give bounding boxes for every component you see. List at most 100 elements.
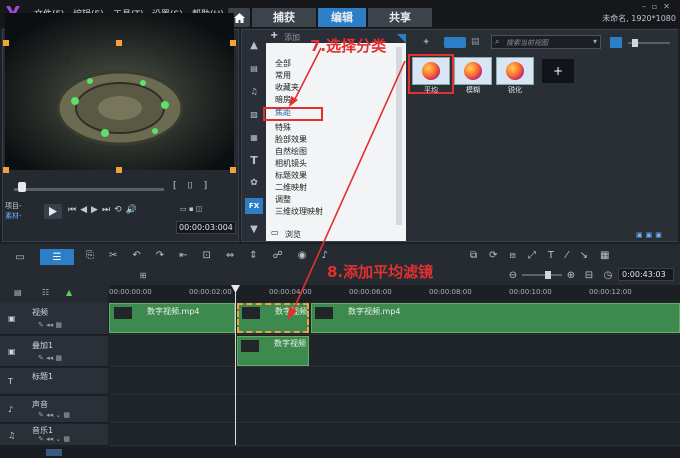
track-header-title: T 标题1 — [0, 368, 108, 395]
playhead-line[interactable] — [235, 287, 236, 445]
timecode-display[interactable]: 00:00:03:004 — [176, 221, 236, 234]
ruler-tick: 00:00:08:00 — [429, 288, 472, 296]
view-toggle[interactable] — [444, 37, 466, 48]
filter-average-label[interactable]: 平均 — [411, 85, 451, 95]
filter-average-thumb[interactable] — [412, 57, 450, 85]
zoom-in-icon[interactable]: ⊕ — [566, 269, 576, 281]
crop-handle[interactable] — [230, 167, 236, 173]
crop-handle[interactable] — [3, 40, 9, 46]
crop-handle[interactable] — [3, 167, 9, 173]
hd-size-controls[interactable]: ▭ ▪ ◫ — [180, 205, 232, 215]
transport-controls[interactable]: ⏮◀▶⏭⟲🔊 — [68, 205, 168, 217]
track-controls[interactable]: ✎ ◂◂ ⌄ ▦ — [38, 411, 70, 419]
crop-handle[interactable] — [116, 167, 122, 173]
scrub-bar[interactable] — [14, 188, 164, 191]
track-controls[interactable]: ✎ ◂◂ ▦ — [38, 321, 62, 329]
timeline-tools-right[interactable]: ⧉⟳⧇⤢T⁄↘▦ — [470, 250, 670, 264]
video-preview[interactable] — [5, 13, 234, 170]
window-controls[interactable]: –▫✕ — [600, 2, 676, 12]
play-icon — [49, 207, 57, 216]
instant-project-icon[interactable]: ♫ — [246, 83, 262, 99]
ruler-tick: 00:00:00:00 — [109, 288, 152, 296]
import-filter-button[interactable]: + — [542, 59, 574, 83]
library-toolbar: ▲ ▤ ♫ ▧ ▦ T ✿ FX ▼ — [242, 30, 266, 241]
zoom-out-icon[interactable]: ⊖ — [508, 269, 518, 281]
music-track-icon: ♫ — [8, 431, 16, 440]
ruler-tick: 00:00:10:00 — [509, 288, 552, 296]
fx-filter-icon[interactable]: FX — [245, 198, 263, 214]
track-row-overlay[interactable]: 数字视频 — [109, 336, 680, 367]
filter-sharpen-label[interactable]: 锐化 — [495, 85, 535, 95]
overlay-track-icon: ▣ — [8, 347, 16, 356]
clip-label: 数字视频 — [274, 339, 306, 348]
annotation-step8: 8.添加平均滤镜 — [327, 263, 434, 281]
title-icon[interactable]: T — [246, 152, 262, 168]
transition-icon[interactable]: ▧ — [246, 106, 262, 122]
timeline-zoom-slider[interactable] — [522, 274, 562, 276]
add-icon[interactable]: + — [270, 30, 278, 41]
fit-icon[interactable]: ⊟ — [584, 269, 594, 281]
track-name: 声音 — [32, 400, 48, 409]
scroll-down-icon[interactable]: ▼ — [246, 222, 262, 236]
search-placeholder: 搜索当前视图 — [506, 39, 548, 47]
track-row-voice[interactable] — [109, 396, 680, 423]
clip-thumbnail — [242, 307, 260, 319]
clip-label: 数字视频.mp4 — [147, 307, 200, 316]
track-name: 叠加1 — [32, 341, 54, 350]
track-header-music: ♫ 音乐1 ✎ ◂◂ ⌄ ▦ — [0, 424, 108, 446]
graphics-icon[interactable]: ✿ — [246, 175, 262, 191]
filter-blur-thumb[interactable] — [454, 57, 492, 85]
balloon-icon — [422, 62, 440, 80]
timeline-scrollbar[interactable] — [0, 447, 680, 458]
track-controls[interactable]: ✎ ◂◂ ⌄ ▦ — [38, 435, 70, 443]
chapter-icon[interactable]: ☷ — [42, 288, 49, 297]
browse-icon[interactable]: ▭ — [271, 228, 279, 237]
ruler-tick: 00:00:12:00 — [589, 288, 632, 296]
track-row-title[interactable] — [109, 368, 680, 395]
timeline-duration: 0:00:43:03 — [618, 268, 674, 281]
mode-project[interactable]: 项目- — [5, 201, 22, 211]
timeline-zoom-handle[interactable] — [545, 271, 551, 279]
clock-icon: ◷ — [603, 269, 613, 281]
template-icon[interactable]: ▦ — [246, 129, 262, 145]
track-header-voice: ♪ 声音 ✎ ◂◂ ⌄ ▦ — [0, 396, 108, 423]
trim-markers[interactable]: [ ⌷ ] — [173, 181, 233, 193]
title-track-icon: T — [8, 377, 13, 386]
filter-blur-label[interactable]: 模糊 — [453, 85, 493, 95]
project-info: 未命名, 1920*1080 — [602, 14, 676, 23]
track-manager-icon[interactable]: ▤ — [14, 288, 22, 297]
scrollbar-thumb[interactable] — [46, 449, 62, 456]
balloon-icon — [506, 62, 524, 80]
track-row-music[interactable] — [109, 424, 680, 446]
media-icon[interactable]: ▤ — [246, 60, 262, 76]
star-icon[interactable]: ✦ — [422, 37, 430, 48]
scrub-handle[interactable] — [18, 182, 26, 192]
overlay-clip[interactable]: 数字视频 — [237, 336, 309, 366]
filter-gallery: ✦ ▤ ⌕ 搜索当前视图 ▾ 平均 模糊 锐化 + ▣▣▣ — [406, 30, 678, 241]
tab-capture[interactable]: 捕获 — [252, 8, 316, 27]
thumb-size-icon[interactable] — [610, 37, 622, 48]
mix-icon[interactable]: ⊞ — [136, 269, 150, 281]
crop-handle[interactable] — [116, 40, 122, 46]
video-clip[interactable]: 数字视频.mp4 — [109, 303, 235, 333]
crop-handle[interactable] — [230, 40, 236, 46]
track-controls[interactable]: ✎ ◂◂ ▦ — [38, 354, 62, 362]
voice-track-icon: ♪ — [8, 405, 14, 414]
clip-thumbnail — [241, 340, 259, 352]
search-field[interactable]: ⌕ 搜索当前视图 ▾ — [491, 35, 601, 49]
zoom-slider-handle[interactable] — [632, 39, 638, 47]
tab-edit[interactable]: 编辑 — [318, 8, 366, 27]
filter-sharpen-thumb[interactable] — [496, 57, 534, 85]
play-button[interactable] — [44, 204, 62, 219]
ripple-icon[interactable]: ▲ — [66, 288, 72, 297]
list-view-icon[interactable]: ▤ — [471, 37, 480, 47]
track-header-video: ▣ 视频 ✎ ◂◂ ▦ — [0, 302, 108, 335]
storyboard-view-icon[interactable]: ▭ — [10, 250, 30, 264]
add-label[interactable]: 添加 — [284, 32, 300, 43]
panel-options-icons[interactable]: ▣▣▣ — [636, 231, 676, 240]
tab-share[interactable]: 共享 — [368, 8, 432, 27]
scroll-up-icon[interactable]: ▲ — [246, 38, 262, 52]
mode-clip[interactable]: 素材- — [5, 211, 22, 221]
home-icon — [233, 12, 245, 23]
timeline-view-icon[interactable]: ☰ — [40, 249, 74, 265]
